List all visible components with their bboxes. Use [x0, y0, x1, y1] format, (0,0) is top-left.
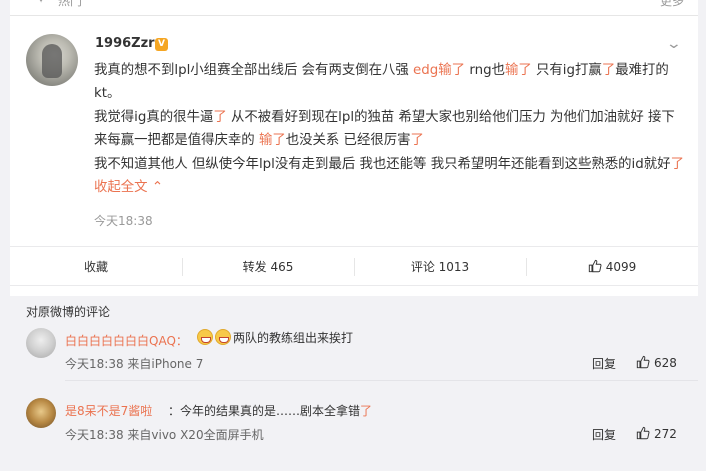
action-bar: 收藏 转发 465 评论 1013 4099: [10, 246, 698, 286]
repost-label: 转发 465: [242, 260, 294, 274]
comment-text: ：今年的结果真的是……剧本全拿错了: [168, 402, 372, 419]
thumbs-up-icon: [588, 259, 602, 273]
chevron-down-icon[interactable]: ⌄: [666, 36, 682, 52]
highlight-text: 了: [410, 132, 424, 148]
comment-meta: 今天18:38 来自iPhone 7: [65, 357, 204, 371]
highlight-text: 输了: [258, 132, 286, 148]
thumbs-up-icon: [636, 426, 650, 440]
vip-badge-icon: V: [155, 38, 168, 51]
post-text: 我不知道其他人 但纵使今年lpl没有走到最后 我也还能等 我只希望明年还能看到这…: [94, 157, 671, 172]
comment-avatar[interactable]: [26, 398, 56, 428]
hot-label: 热门: [58, 0, 83, 8]
highlight-text: 输了: [504, 63, 532, 78]
reply-button[interactable]: 回复: [592, 426, 616, 443]
post-paragraph: 我不知道其他人 但纵使今年lpl没有走到最后 我也还能等 我只希望明年还能看到这…: [94, 154, 684, 199]
post-time[interactable]: 今天18:38: [94, 212, 153, 229]
collapse-text-link[interactable]: 收起全文: [94, 180, 148, 195]
comment-text-body: 两队的教练组出来挨打: [233, 331, 354, 345]
post-body: 我真的想不到lpl小组赛全部出线后 会有两支倒在八强 edg输了 rng也输了 …: [94, 60, 684, 201]
comment-label: 评论 1013: [410, 260, 470, 274]
like-count: 4099: [605, 260, 637, 274]
comments-section: 对原微博的评论 白白白白白白白QAQ： 两队的教练组出来挨打 今天18:38 来…: [10, 296, 698, 471]
post-text: 我觉得ig真的很牛逼: [94, 110, 214, 125]
chevron-up-icon[interactable]: ⌃: [148, 180, 163, 195]
highlight-text: 了: [601, 63, 616, 78]
comment-like-count: 272: [654, 427, 677, 441]
repost-button[interactable]: 转发 465: [182, 247, 354, 285]
comment-text-body: ：今年的结果真的是……剧本全拿错: [168, 404, 361, 418]
comment-username[interactable]: 白白白白白白白QAQ：: [65, 332, 188, 349]
reply-button[interactable]: 回复: [592, 355, 616, 372]
comment-like-button[interactable]: 272: [636, 426, 677, 441]
highlight-text: 了: [670, 157, 684, 172]
like-button[interactable]: 4099: [526, 247, 698, 285]
comment-meta: 今天18:38 来自vivo X20全面屏手机: [65, 428, 264, 442]
flame-icon: ✦: [36, 0, 50, 6]
post-card: ✦ 热门 更多 1996Zzr V ⌄ 我真的想不到lpl小组赛全部出线后 会有…: [10, 0, 698, 471]
more-link[interactable]: 更多: [660, 0, 684, 9]
favorite-button[interactable]: 收藏: [10, 247, 182, 285]
avatar[interactable]: [26, 34, 78, 86]
post-paragraph: 我真的想不到lpl小组赛全部出线后 会有两支倒在八强 edg输了 rng也输了 …: [94, 60, 684, 105]
comment-like-count: 628: [654, 356, 677, 370]
comment-text-highlight: 了: [360, 404, 373, 418]
divider: [65, 380, 698, 381]
hot-bar: ✦ 热门 更多: [10, 0, 698, 16]
highlight-text: 了: [213, 110, 227, 125]
comment-text: 两队的教练组出来挨打: [197, 329, 353, 346]
grin-emoji-icon: [215, 329, 231, 345]
weibo-page: ✦ 热门 更多 1996Zzr V ⌄ 我真的想不到lpl小组赛全部出线后 会有…: [0, 0, 706, 471]
thumbs-up-icon: [636, 355, 650, 369]
post-text: 也没关系 已经很厉害: [285, 132, 411, 148]
comments-title: 对原微博的评论: [26, 305, 111, 319]
highlight-text: edg输了: [413, 63, 466, 78]
comment-username[interactable]: 是8呆不是7酱啦: [65, 402, 152, 419]
comment-button[interactable]: 评论 1013: [354, 247, 526, 285]
comment-avatar[interactable]: [26, 328, 56, 358]
post-paragraph: 我觉得ig真的很牛逼了 从不被看好到现在lpl的独苗 希望大家也别给他们压力 为…: [94, 107, 684, 152]
post-text: rng也: [465, 63, 505, 78]
post-text: 我真的想不到lpl小组赛全部出线后 会有两支倒在八强: [94, 63, 414, 78]
post-text: 只有ig打赢: [531, 63, 602, 78]
comment-like-button[interactable]: 628: [636, 355, 677, 370]
username[interactable]: 1996Zzr: [95, 36, 155, 51]
grin-emoji-icon: [197, 329, 213, 345]
favorite-label: 收藏: [83, 260, 108, 274]
